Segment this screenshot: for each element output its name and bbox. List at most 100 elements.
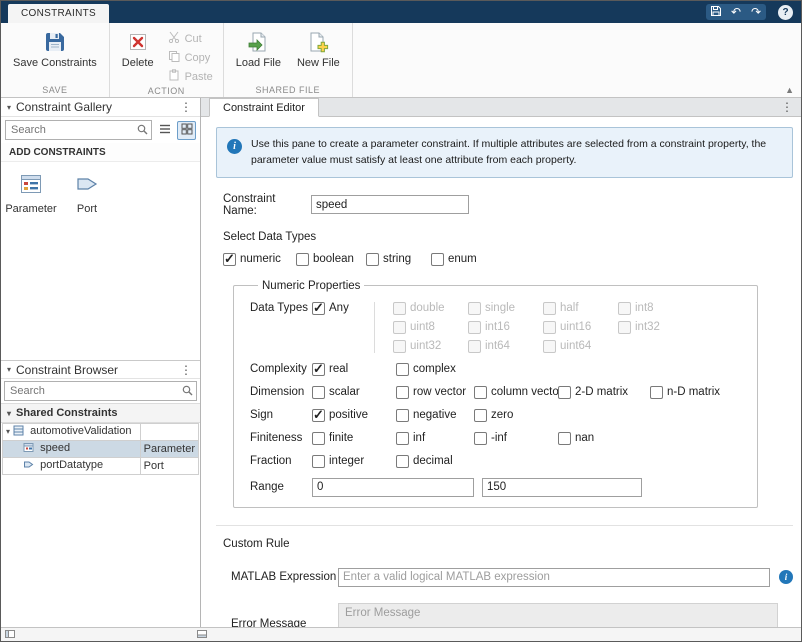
redo-button[interactable]: ↷ <box>746 4 766 20</box>
checkbox-finite[interactable]: finite <box>312 432 396 445</box>
constraint-editor-pane: i Use this pane to create a parameter co… <box>201 117 801 627</box>
statusbar <box>1 627 801 641</box>
checkbox-decimal[interactable]: decimal <box>396 455 453 468</box>
checkbox-2d-matrix[interactable]: 2-D matrix <box>558 386 650 399</box>
editor-panel-toggle-icon[interactable] <box>197 628 207 642</box>
shared-constraints-header[interactable]: ▾ Shared Constraints <box>1 403 200 423</box>
complex-checkbox[interactable] <box>396 363 409 376</box>
gallery-item-parameter[interactable]: Parameter <box>3 172 59 215</box>
collapse-gallery-icon[interactable]: ▾ <box>7 103 11 112</box>
constraint-name-input[interactable] <box>311 195 469 214</box>
checkbox-enum[interactable]: enum <box>431 253 793 266</box>
checkbox-scalar[interactable]: scalar <box>312 386 396 399</box>
checkbox-uint8: uint8 <box>393 321 468 334</box>
checkbox-label: uint32 <box>410 340 441 352</box>
zero-checkbox[interactable] <box>474 409 487 422</box>
constraint-set-icon <box>13 425 24 439</box>
collapse-browser-icon[interactable]: ▾ <box>7 365 11 374</box>
range-min-input[interactable] <box>312 478 474 497</box>
checkbox-label: decimal <box>413 455 453 467</box>
integer-checkbox[interactable] <box>312 455 325 468</box>
tabbar-menu-icon[interactable]: ⋮ <box>779 100 795 114</box>
tab-constraint-editor[interactable]: Constraint Editor <box>209 98 319 117</box>
checkbox-boolean[interactable]: boolean <box>296 253 366 266</box>
checkbox-nan[interactable]: nan <box>558 432 594 445</box>
new-file-button[interactable]: New File <box>291 27 346 69</box>
checkbox-label: int16 <box>485 321 510 333</box>
positive-checkbox[interactable] <box>312 409 325 422</box>
constraint-gallery-header[interactable]: ▾ Constraint Gallery ⋮ <box>1 98 200 117</box>
checkbox-any[interactable]: Any <box>312 302 349 315</box>
column-vector-checkbox[interactable] <box>474 386 487 399</box>
single-checkbox <box>468 302 481 315</box>
delete-button[interactable]: Delete <box>116 27 160 69</box>
tree-row-speed[interactable]: speed Parameter <box>3 441 199 458</box>
matlab-expression-input[interactable] <box>338 568 770 587</box>
decimal-checkbox[interactable] <box>396 455 409 468</box>
left-panel: ▾ Constraint Gallery ⋮ <box>1 98 201 627</box>
browser-menu-icon[interactable]: ⋮ <box>178 363 194 377</box>
expression-info-icon[interactable]: i <box>779 570 793 584</box>
boolean-checkbox[interactable] <box>296 253 309 266</box>
neg-inf-checkbox[interactable] <box>474 432 487 445</box>
checkbox-complex[interactable]: complex <box>396 363 456 376</box>
checkbox-positive[interactable]: positive <box>312 409 396 422</box>
any-checkbox[interactable] <box>312 302 325 315</box>
checkbox-integer[interactable]: integer <box>312 455 396 468</box>
gallery-search-input[interactable] <box>5 120 152 140</box>
help-button[interactable]: ? <box>778 5 793 20</box>
scalar-checkbox[interactable] <box>312 386 325 399</box>
tree-twisty-icon[interactable]: ▾ <box>6 427 10 436</box>
string-checkbox[interactable] <box>366 253 379 266</box>
finite-checkbox[interactable] <box>312 432 325 445</box>
negative-checkbox[interactable] <box>396 409 409 422</box>
tree-node-type: Port <box>140 458 198 475</box>
collapse-toolstrip-icon[interactable]: ▲ <box>785 86 794 95</box>
quick-save-button[interactable] <box>706 4 726 20</box>
checkbox-label: uint16 <box>560 321 591 333</box>
collapse-shared-icon[interactable]: ▾ <box>7 409 11 418</box>
error-message-input[interactable] <box>338 603 778 627</box>
save-constraints-button[interactable]: Save Constraints <box>7 27 103 69</box>
list-view-icon <box>159 123 171 138</box>
gallery-menu-icon[interactable]: ⋮ <box>178 100 194 114</box>
cut-icon <box>168 31 180 46</box>
checkbox-string[interactable]: string <box>366 253 431 266</box>
gallery-item-port[interactable]: Port <box>59 172 115 215</box>
grid-view-button[interactable] <box>177 121 196 140</box>
numeric-checkbox[interactable] <box>223 253 236 266</box>
range-max-input[interactable] <box>482 478 642 497</box>
checkbox-real[interactable]: real <box>312 363 396 376</box>
checkbox-negative[interactable]: negative <box>396 409 474 422</box>
redo-icon: ↷ <box>751 5 761 19</box>
clipboard-buttons: Cut Copy Paste <box>164 27 217 85</box>
checkbox-zero[interactable]: zero <box>474 409 513 422</box>
checkbox-int8: int8 <box>618 302 693 315</box>
2d-matrix-checkbox[interactable] <box>558 386 571 399</box>
enum-checkbox[interactable] <box>431 253 444 266</box>
left-panel-toggle-icon[interactable] <box>5 628 15 642</box>
constraint-browser-header[interactable]: ▾ Constraint Browser ⋮ <box>1 360 200 379</box>
list-view-button[interactable] <box>155 121 174 140</box>
disabled-types-grid: double single half int8 uint8 int16 uint… <box>374 302 693 353</box>
data-types-row: Data Types Any double single <box>250 302 747 353</box>
tree-row-port-datatype[interactable]: portDatatype Port <box>3 458 199 475</box>
inf-checkbox[interactable] <box>396 432 409 445</box>
nan-checkbox[interactable] <box>558 432 571 445</box>
tab-constraints[interactable]: CONSTRAINTS <box>8 4 109 23</box>
load-file-button[interactable]: Load File <box>230 27 287 69</box>
checkbox-nd-matrix[interactable]: n-D matrix <box>650 386 720 399</box>
checkbox-column-vector[interactable]: column vector <box>474 386 558 399</box>
undo-button[interactable]: ↶ <box>726 4 746 20</box>
parameter-constraint-icon <box>19 172 43 199</box>
real-checkbox[interactable] <box>312 363 325 376</box>
checkbox-neg-inf[interactable]: -inf <box>474 432 558 445</box>
custom-rule-title: Custom Rule <box>223 538 793 550</box>
browser-search-input[interactable] <box>4 381 197 401</box>
checkbox-numeric[interactable]: numeric <box>223 253 296 266</box>
tree-row-automotive-validation[interactable]: ▾ automotiveValidation <box>3 424 199 441</box>
checkbox-row-vector[interactable]: row vector <box>396 386 474 399</box>
row-vector-checkbox[interactable] <box>396 386 409 399</box>
checkbox-inf[interactable]: inf <box>396 432 474 445</box>
nd-matrix-checkbox[interactable] <box>650 386 663 399</box>
